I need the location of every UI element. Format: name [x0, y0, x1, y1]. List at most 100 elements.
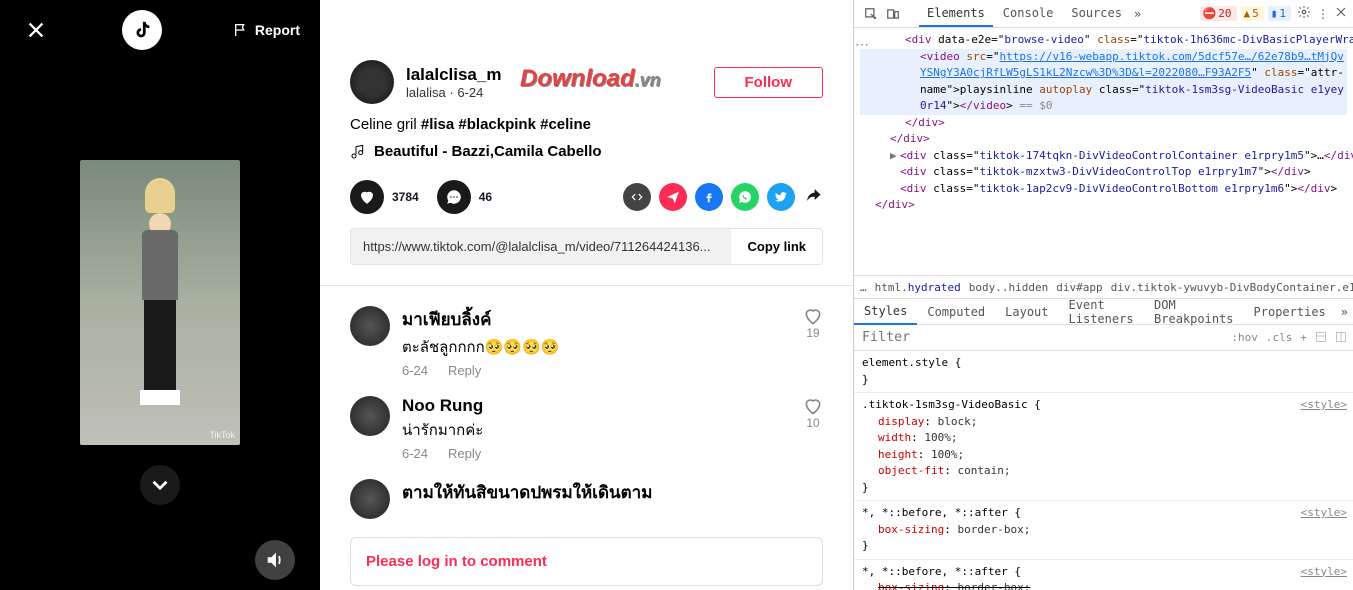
volume-icon — [264, 549, 286, 571]
chevron-down-icon — [147, 472, 173, 498]
reply-button[interactable]: Reply — [448, 363, 481, 378]
comment-text: ตะลัชลูกกกก🥺🥺🥺🥺 — [402, 335, 791, 359]
comment-date: 6-24 — [402, 363, 428, 378]
heart-icon — [358, 188, 376, 206]
video-content — [136, 203, 184, 417]
close-icon — [25, 19, 47, 41]
heart-outline-icon — [803, 396, 823, 416]
share-more-button[interactable] — [803, 185, 823, 210]
twitter-icon — [774, 190, 788, 204]
site-watermark: Download.vn — [520, 65, 661, 93]
reply-button[interactable]: Reply — [448, 446, 481, 461]
comment-author[interactable]: ตามให้ทันสิขนาดปพรมให้เดินตาม — [402, 479, 823, 506]
cls-button[interactable]: .cls — [1266, 331, 1293, 344]
whatsapp-icon — [738, 190, 752, 204]
close-icon — [1335, 6, 1347, 18]
music-row[interactable]: Beautiful - Bazzi,Camila Cabello — [350, 143, 823, 160]
styles-tabs-more[interactable]: » — [1336, 300, 1353, 324]
code-icon — [630, 190, 644, 204]
inspect-icon — [864, 7, 878, 21]
comment-text: น่ารักมากค่ะ — [402, 418, 791, 442]
comment-avatar[interactable] — [350, 479, 390, 519]
copy-link-button[interactable]: Copy link — [731, 229, 822, 264]
elements-tree[interactable]: <div data-e2e="browse-video" class="tikt… — [854, 28, 1353, 275]
styles-tab-computed[interactable]: Computed — [917, 300, 995, 324]
next-video-button[interactable] — [140, 465, 180, 505]
author-avatar[interactable] — [350, 60, 394, 104]
follow-button[interactable]: Follow — [714, 67, 824, 98]
styles-rules[interactable]: element.style {}<style>.tiktok-1sm3sg-Vi… — [854, 351, 1353, 590]
settings-button[interactable] — [1297, 5, 1311, 22]
hashtags[interactable]: #lisa #blackpink #celine — [421, 116, 591, 133]
devtools-tab-console[interactable]: Console — [995, 1, 1062, 27]
details-panel: Download.vn lalalclisa_m lalalisa · 6-24… — [320, 0, 853, 590]
tabs-more-icon[interactable]: » — [1134, 7, 1141, 21]
comment-item: ตามให้ทันสิขนาดปพรมให้เดินตาม — [350, 479, 823, 519]
link-row: https://www.tiktok.com/@lalalclisa_m/vid… — [350, 228, 823, 265]
video-top-bar: Report — [0, 0, 320, 60]
styles-tabs: StylesComputedLayoutEvent ListenersDOM B… — [854, 299, 1353, 325]
comment-avatar[interactable] — [350, 396, 390, 436]
music-name: Beautiful - Bazzi,Camila Cabello — [374, 143, 602, 160]
video-player[interactable]: TikTok — [80, 160, 240, 445]
styles-filter-row: :hov .cls + — [854, 325, 1353, 351]
hov-button[interactable]: :hov — [1231, 331, 1258, 344]
comment-avatar[interactable] — [350, 306, 390, 346]
gear-icon — [1297, 5, 1311, 19]
styles-filter-input[interactable] — [860, 328, 1231, 347]
like-button[interactable] — [350, 180, 384, 214]
divider — [320, 285, 853, 286]
video-url-input[interactable]: https://www.tiktok.com/@lalalclisa_m/vid… — [351, 229, 731, 264]
breadcrumb-item[interactable]: … — [860, 281, 867, 294]
send-button[interactable] — [659, 183, 687, 211]
comment-icon — [445, 188, 463, 206]
facebook-button[interactable] — [695, 183, 723, 211]
styles-tab-properties[interactable]: Properties — [1244, 300, 1336, 324]
comment-date: 6-24 — [402, 446, 428, 461]
stat-row: 3784 46 — [350, 180, 823, 214]
more-button[interactable]: ⋮ — [1317, 7, 1329, 21]
issues-badge[interactable]: ▮ 1 — [1268, 6, 1291, 21]
heart-outline-icon — [803, 306, 823, 326]
breadcrumb-item[interactable]: html.hydrated — [875, 281, 961, 294]
comment-author[interactable]: มาเฟียบลิ้งค์ — [402, 306, 791, 333]
devtools-tab-elements[interactable]: Elements — [919, 1, 993, 27]
like-count: 3784 — [392, 190, 419, 204]
close-button[interactable] — [20, 14, 52, 46]
tiktok-logo[interactable] — [122, 10, 162, 50]
devtools-toolbar: ElementsConsoleSources » ⛔ 20 ▲ 5 ▮ 1 ⋮ — [854, 0, 1353, 28]
embed-button[interactable] — [623, 183, 651, 211]
comment-item: Noo Rung น่ารักมากค่ะ 6-24 Reply 10 — [350, 396, 823, 461]
device-toggle-button[interactable] — [882, 3, 904, 25]
login-prompt[interactable]: Please log in to comment — [350, 537, 823, 586]
comment-count: 46 — [479, 190, 492, 204]
styles-tab-layout[interactable]: Layout — [995, 300, 1058, 324]
device-icon — [886, 7, 900, 21]
comment-author[interactable]: Noo Rung — [402, 396, 791, 416]
panel-layout-icon[interactable] — [1335, 331, 1347, 343]
comments-list: มาเฟียบลิ้งค์ ตะลัชลูกกกก🥺🥺🥺🥺 6-24Reply … — [350, 306, 823, 519]
send-icon — [666, 190, 680, 204]
errors-badge[interactable]: ⛔ 20 — [1200, 6, 1237, 21]
breadcrumb-item[interactable]: body..hidden — [969, 281, 1048, 294]
comment-like-button[interactable]: 10 — [803, 396, 823, 461]
new-style-button[interactable]: + — [1300, 331, 1307, 344]
devtools-tab-sources[interactable]: Sources — [1063, 1, 1130, 27]
whatsapp-button[interactable] — [731, 183, 759, 211]
tiktok-icon — [131, 19, 153, 41]
comment-like-button[interactable]: 19 — [803, 306, 823, 378]
flag-icon — [233, 22, 249, 38]
comment-item: มาเฟียบลิ้งค์ ตะลัชลูกกกก🥺🥺🥺🥺 6-24Reply … — [350, 306, 823, 378]
warnings-badge[interactable]: ▲ 5 — [1241, 6, 1264, 21]
panel-layout-icon[interactable] — [1315, 331, 1327, 343]
report-label: Report — [255, 22, 300, 38]
styles-tab-styles[interactable]: Styles — [854, 299, 917, 325]
devtools-close-button[interactable] — [1335, 6, 1347, 21]
comment-button[interactable] — [437, 180, 471, 214]
volume-button[interactable] — [255, 540, 295, 580]
report-button[interactable]: Report — [233, 22, 300, 38]
video-caption: Celine gril #lisa #blackpink #celine — [350, 116, 823, 133]
twitter-button[interactable] — [767, 183, 795, 211]
inspect-button[interactable] — [860, 3, 882, 25]
share-arrow-icon — [803, 185, 823, 205]
